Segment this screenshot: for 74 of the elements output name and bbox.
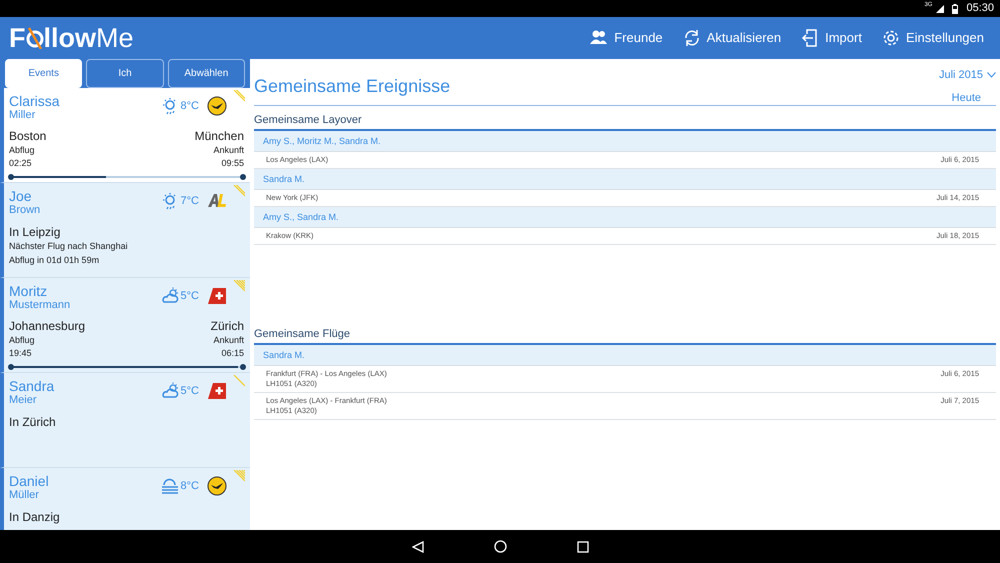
people-row: Amy S., Sandra M. [254, 207, 996, 228]
tab[interactable]: Events [5, 59, 82, 88]
temperature: 5°C [180, 384, 199, 399]
arrival-label: Ankunft [213, 334, 244, 346]
friend-card[interactable]: Moritz Mustermann 5°C Johannesburg Zürich Abflug Ankunft 19:45 06:15 [0, 278, 250, 373]
departure-city: Johannesburg [9, 319, 86, 333]
stripes-icon [231, 90, 245, 104]
compass-icon [26, 27, 44, 49]
stripes-icon [231, 375, 245, 389]
fog-icon [160, 477, 179, 495]
departure-city: Boston [9, 129, 46, 143]
departure-time: 02:25 [9, 157, 32, 169]
stripes-icon [231, 185, 245, 199]
arrival-time: 06:15 [221, 347, 244, 359]
back-icon[interactable] [412, 540, 424, 552]
first-name: Joe [9, 188, 33, 204]
temperature: 8°C [180, 98, 199, 114]
departure-time: 19:45 [9, 347, 32, 359]
page-title: Gemeinsame Ereignisse [254, 75, 450, 98]
location-status: In Danzig [9, 510, 61, 524]
last-name: Meier [9, 394, 38, 407]
signal-icon [936, 4, 944, 12]
toolbar-button[interactable]: Freunde [580, 21, 673, 55]
first-name: Sandra [9, 378, 56, 394]
friend-card[interactable]: Joe Brown 7°C In Leipzig Nächster Flug nach Shanghai Abflug in 01d 01h 59m [0, 183, 250, 278]
location-status: In Leipzig [9, 225, 62, 239]
settings-icon [882, 29, 900, 47]
arrival-city: München [194, 129, 244, 143]
home-icon[interactable] [494, 540, 506, 553]
crane-logo-icon [207, 96, 227, 116]
temperature: 8°C [180, 478, 199, 494]
people-row: Sandra M. [254, 169, 996, 190]
last-name: Brown [9, 204, 42, 217]
location-status: In Zürich [9, 415, 57, 429]
toolbar-button[interactable]: Import [791, 21, 872, 55]
last-name: Müller [9, 489, 40, 502]
friend-card[interactable]: Sandra Meier 5°C In Zürich [0, 373, 250, 468]
cross-tail-icon [207, 286, 227, 306]
people-icon [590, 29, 608, 47]
stripes-icon [231, 470, 245, 484]
clock-time: 05:30 [966, 1, 994, 16]
arrival-city: Zürich [210, 319, 244, 333]
departure-label: Abflug [9, 144, 35, 156]
temperature: 5°C [180, 288, 199, 304]
first-name: Clarissa [9, 93, 61, 109]
people-row: Amy S., Moritz M., Sandra M. [254, 131, 996, 152]
logo-text: F [9, 24, 26, 52]
toolbar-button[interactable]: Aktualisieren [672, 21, 792, 55]
toolbar-button[interactable]: Einstellungen [872, 21, 994, 55]
chevron-down-icon [987, 72, 996, 78]
weather-icon [160, 287, 179, 305]
last-name: Mustermann [9, 299, 72, 312]
stripes-icon [231, 280, 245, 294]
people-row: Sandra M. [254, 345, 996, 366]
temperature: 7°C [180, 194, 199, 209]
cross-tail-icon [207, 381, 227, 401]
tab[interactable]: Ich [86, 59, 164, 88]
first-name: Moritz [9, 283, 48, 299]
refresh-icon [682, 29, 701, 47]
arrival-label: Ankunft [213, 144, 244, 156]
arrival-time: 09:55 [221, 157, 244, 169]
weather-icon [160, 382, 179, 400]
first-name: Daniel [9, 473, 50, 489]
departure-label: Abflug [9, 334, 35, 346]
recents-icon[interactable] [576, 540, 588, 552]
logo-text: Me [96, 24, 134, 52]
flight-info: Nächster Flug nach Shanghai [9, 240, 129, 253]
friend-card[interactable]: Clarissa Miller 8°C Boston München Abflug Ankunft 02:25 09:55 [0, 88, 250, 183]
flight-info: Abflug in 01d 01h 59m [9, 254, 100, 267]
import-icon [801, 29, 820, 47]
battery-icon [952, 4, 958, 14]
logo-text: llow [44, 24, 96, 52]
last-name: Miller [9, 109, 36, 122]
crane-logo-icon [207, 476, 227, 496]
